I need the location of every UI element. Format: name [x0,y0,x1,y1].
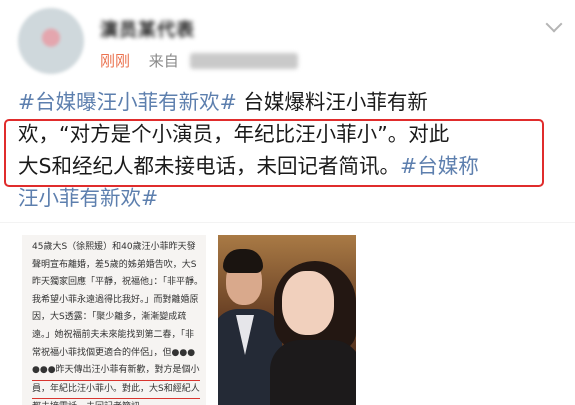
source-label: 来自 [148,52,179,70]
article-text-line: ●●●昨天傳出汪小菲有新歡，對方是個小演 [32,362,200,381]
username[interactable]: 演员某代表 [100,16,195,41]
post-text: #台媒曝汪小菲有新欢# 台媒爆料汪小菲有新欢，“对方是个小演员，年纪比汪小菲小”… [18,86,573,214]
hashtag-link[interactable]: #台媒称 [400,154,479,178]
post-line: #台媒曝汪小菲有新欢# 台媒爆料汪小菲有新 [18,86,573,118]
divider [0,222,575,223]
post-time: 刚刚 [100,52,131,70]
article-text-line: 遠。」她祝福前夫未來能找到第二春，「非 [32,329,195,340]
article-text-line: 員，年紀比汪小菲小。對此，大S和經紀人 [32,381,200,400]
hashtag-link[interactable]: 汪小菲有新欢# [18,186,158,210]
hashtag-link[interactable]: #台媒曝汪小菲有新欢# [18,90,237,114]
post-text-segment: 台媒爆料汪小菲有新 [236,90,428,114]
post-text-segment: 大S和经纪人都未接电话，未回记者简讯。 [18,154,401,178]
media-images: 45歲大S（徐熙媛）和40歲汪小菲昨天發 聲明宣布離婚，差5歲的姊弟婚告吹，大S 昨… [22,235,552,405]
post-line: 汪小菲有新欢# [18,182,573,214]
article-text-line: 都未接電話、未回記者簡訊。 [32,399,200,405]
post-line: 大S和经纪人都未接电话，未回记者简讯。#台媒称 [18,150,573,182]
person-right-body [270,340,356,405]
person-right-face [282,271,334,335]
article-text-line: 昨天獨家回應「平靜，祝福他」：「非平靜。 [32,277,200,288]
article-text-line: 因，大S透露：「聚少離多，漸漸變成疏 [32,312,187,323]
blurred-source [189,53,298,69]
post-header: 演员某代表 刚刚 来自 [0,0,575,78]
couple-photo[interactable] [218,235,356,405]
chevron-down-icon[interactable] [545,15,563,33]
article-text-line: 聲明宣布離婚，差5歲的姊弟婚告吹，大S [32,259,197,270]
article-text-line: 我希望小菲永遠過得比我好。」而對離婚原 [32,294,199,305]
article-text-line: 常祝福小菲找個更適合的伴侶」，但●●● [32,347,196,358]
article-text-line: 45歲大S（徐熙媛）和40歲汪小菲昨天發 [32,242,196,252]
news-article-image[interactable]: 45歲大S（徐熙媛）和40歲汪小菲昨天發 聲明宣布離婚，差5歲的姊弟婚告吹，大S 昨… [22,235,206,405]
avatar[interactable] [18,8,84,74]
post-line: 欢，“对方是个小演员，年纪比汪小菲小”。对此 [18,118,573,150]
post-meta: 刚刚 来自 [100,50,298,71]
person-left-hair [223,249,263,273]
post-text-segment: 欢，“对方是个小演员，年纪比汪小菲小”。对此 [18,122,450,146]
